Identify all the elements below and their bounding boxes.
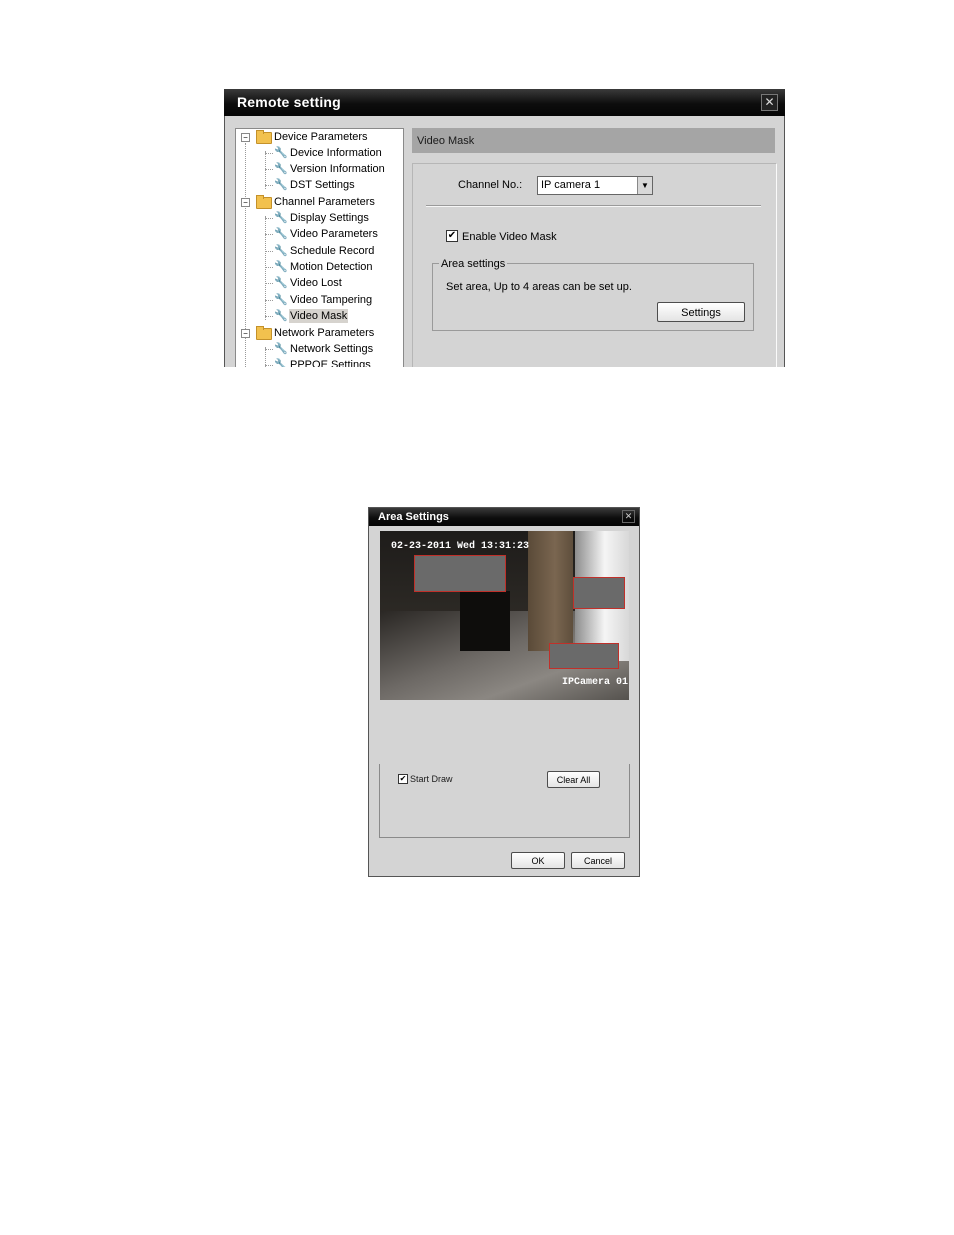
tree-guide-line [265,218,273,219]
tree-item-video-lost[interactable]: 🔧 Video Lost [236,275,403,291]
tree-item-dst-settings[interactable]: 🔧 DST Settings [236,177,403,193]
tree-item-version-information[interactable]: 🔧 Version Information [236,161,403,177]
tree-item-motion-detection[interactable]: 🔧 Motion Detection [236,259,403,275]
tree-item-label: Display Settings [290,212,369,224]
remote-setting-titlebar[interactable]: Remote setting ✕ [224,89,785,116]
tree-group-device-parameters[interactable]: − Device Parameters [236,129,403,145]
tree-item-schedule-record[interactable]: 🔧 Schedule Record [236,243,403,259]
area-settings-titlebar[interactable]: Area Settings ✕ [369,508,639,526]
wrench-icon: 🔧 [274,343,288,355]
video-mask-panel: Channel No.: IP camera 1 ▼ ✔ Enable Vide… [412,163,777,367]
wrench-icon: 🔧 [274,179,288,191]
wrench-icon: 🔧 [274,163,288,175]
channel-select[interactable]: IP camera 1 ▼ [537,176,653,195]
video-preview[interactable]: 02-23-2011 Wed 13:31:23 IPCamera 01 [380,531,629,700]
folder-icon [256,130,272,144]
video-scene-desk [460,591,510,651]
parameter-tree: − Device Parameters 🔧 Device Information… [235,128,404,367]
tree-group-network-parameters[interactable]: − Network Parameters [236,325,403,341]
video-camera-name: IPCamera 01 [562,677,629,688]
video-mask-header: Video Mask [412,128,775,153]
tree-item-label: Motion Detection [290,261,373,273]
ok-button[interactable]: OK [511,852,565,869]
tree-item-video-parameters[interactable]: 🔧 Video Parameters [236,226,403,242]
panel-title: Video Mask [417,135,475,147]
remote-setting-window: Remote setting ✕ − Device Parameters 🔧 D… [224,89,785,367]
wrench-icon: 🔧 [274,245,288,257]
tree-item-device-information[interactable]: 🔧 Device Information [236,145,403,161]
collapse-icon[interactable]: − [241,198,250,207]
tree-group-label: Device Parameters [274,131,368,143]
settings-button[interactable]: Settings [657,302,745,322]
wrench-icon: 🔧 [274,310,288,322]
tree-guide-line [265,365,273,366]
wrench-icon: 🔧 [274,147,288,159]
tree-guide-line [265,169,273,170]
area-settings-legend: Area settings [439,258,508,270]
enable-video-mask-label[interactable]: Enable Video Mask [462,231,557,243]
collapse-icon[interactable]: − [241,329,250,338]
tree-guide-line [265,316,273,317]
start-draw-label[interactable]: Start Draw [410,774,453,784]
tree-item-label: Schedule Record [290,245,375,257]
cancel-button[interactable]: Cancel [571,852,625,869]
clear-all-button[interactable]: Clear All [547,771,600,788]
tree-item-label: Video Tampering [290,294,373,306]
tree-item-label: DST Settings [290,179,355,191]
tree-guide-line [265,153,273,154]
area-settings-dialog: Area Settings ✕ 02-23-2011 Wed 13:31:23 … [368,507,640,877]
mask-region[interactable] [549,643,619,669]
wrench-icon: 🔧 [274,277,288,289]
close-icon[interactable]: ✕ [622,510,635,523]
tree-group-channel-parameters[interactable]: − Channel Parameters [236,194,403,210]
tree-guide-line [265,234,273,235]
mask-region[interactable] [573,577,625,609]
wrench-icon: 🔧 [274,228,288,240]
tree-guide-line [265,251,273,252]
tree-item-label: Video Parameters [290,228,378,240]
draw-controls-panel: ✔ Start Draw Clear All [379,764,630,838]
tree-group-label: Channel Parameters [274,196,375,208]
wrench-icon: 🔧 [274,212,288,224]
collapse-icon[interactable]: − [241,133,250,142]
wrench-icon: 🔧 [274,294,288,306]
wrench-icon: 🔧 [274,261,288,273]
tree-guide-line [265,300,273,301]
tree-item-label: Network Settings [290,343,374,355]
video-timestamp: 02-23-2011 Wed 13:31:23 [391,541,530,552]
tree-group-label: Network Parameters [274,327,375,339]
dialog-title: Area Settings [378,511,449,523]
tree-guide-line [265,267,273,268]
tree-item-label-selected: Video Mask [289,309,349,323]
remote-setting-body: − Device Parameters 🔧 Device Information… [224,116,785,367]
window-title: Remote setting [237,94,341,110]
channel-label: Channel No.: [458,179,523,191]
tree-item-label: Device Information [290,147,382,159]
separator [426,205,761,207]
wrench-icon: 🔧 [274,359,288,367]
folder-icon [256,326,272,340]
tree-item-display-settings[interactable]: 🔧 Display Settings [236,210,403,226]
tree-guide-line [265,349,273,350]
tree-item-video-tampering[interactable]: 🔧 Video Tampering [236,292,403,308]
chevron-down-icon[interactable]: ▼ [637,177,652,194]
tree-item-label: Video Lost [290,277,342,289]
start-draw-checkbox[interactable]: ✔ [398,774,408,784]
enable-video-mask-checkbox[interactable]: ✔ [446,230,458,242]
video-scene-door [528,531,573,651]
tree-guide-line [265,185,273,186]
tree-item-network-settings[interactable]: 🔧 Network Settings [236,341,403,357]
tree-item-pppoe-settings[interactable]: 🔧 PPPOE Settings [236,357,403,367]
area-settings-group: Area settings Set area, Up to 4 areas ca… [432,258,754,331]
tree-item-label: Version Information [290,163,385,175]
area-settings-description: Set area, Up to 4 areas can be set up. [446,281,632,293]
close-icon[interactable]: ✕ [761,94,778,111]
mask-region[interactable] [414,555,506,592]
tree-item-video-mask[interactable]: 🔧 Video Mask [236,308,403,324]
folder-icon [256,195,272,209]
tree-item-label: PPPOE Settings [290,359,371,367]
channel-select-value: IP camera 1 [541,179,601,191]
tree-guide-line [265,283,273,284]
